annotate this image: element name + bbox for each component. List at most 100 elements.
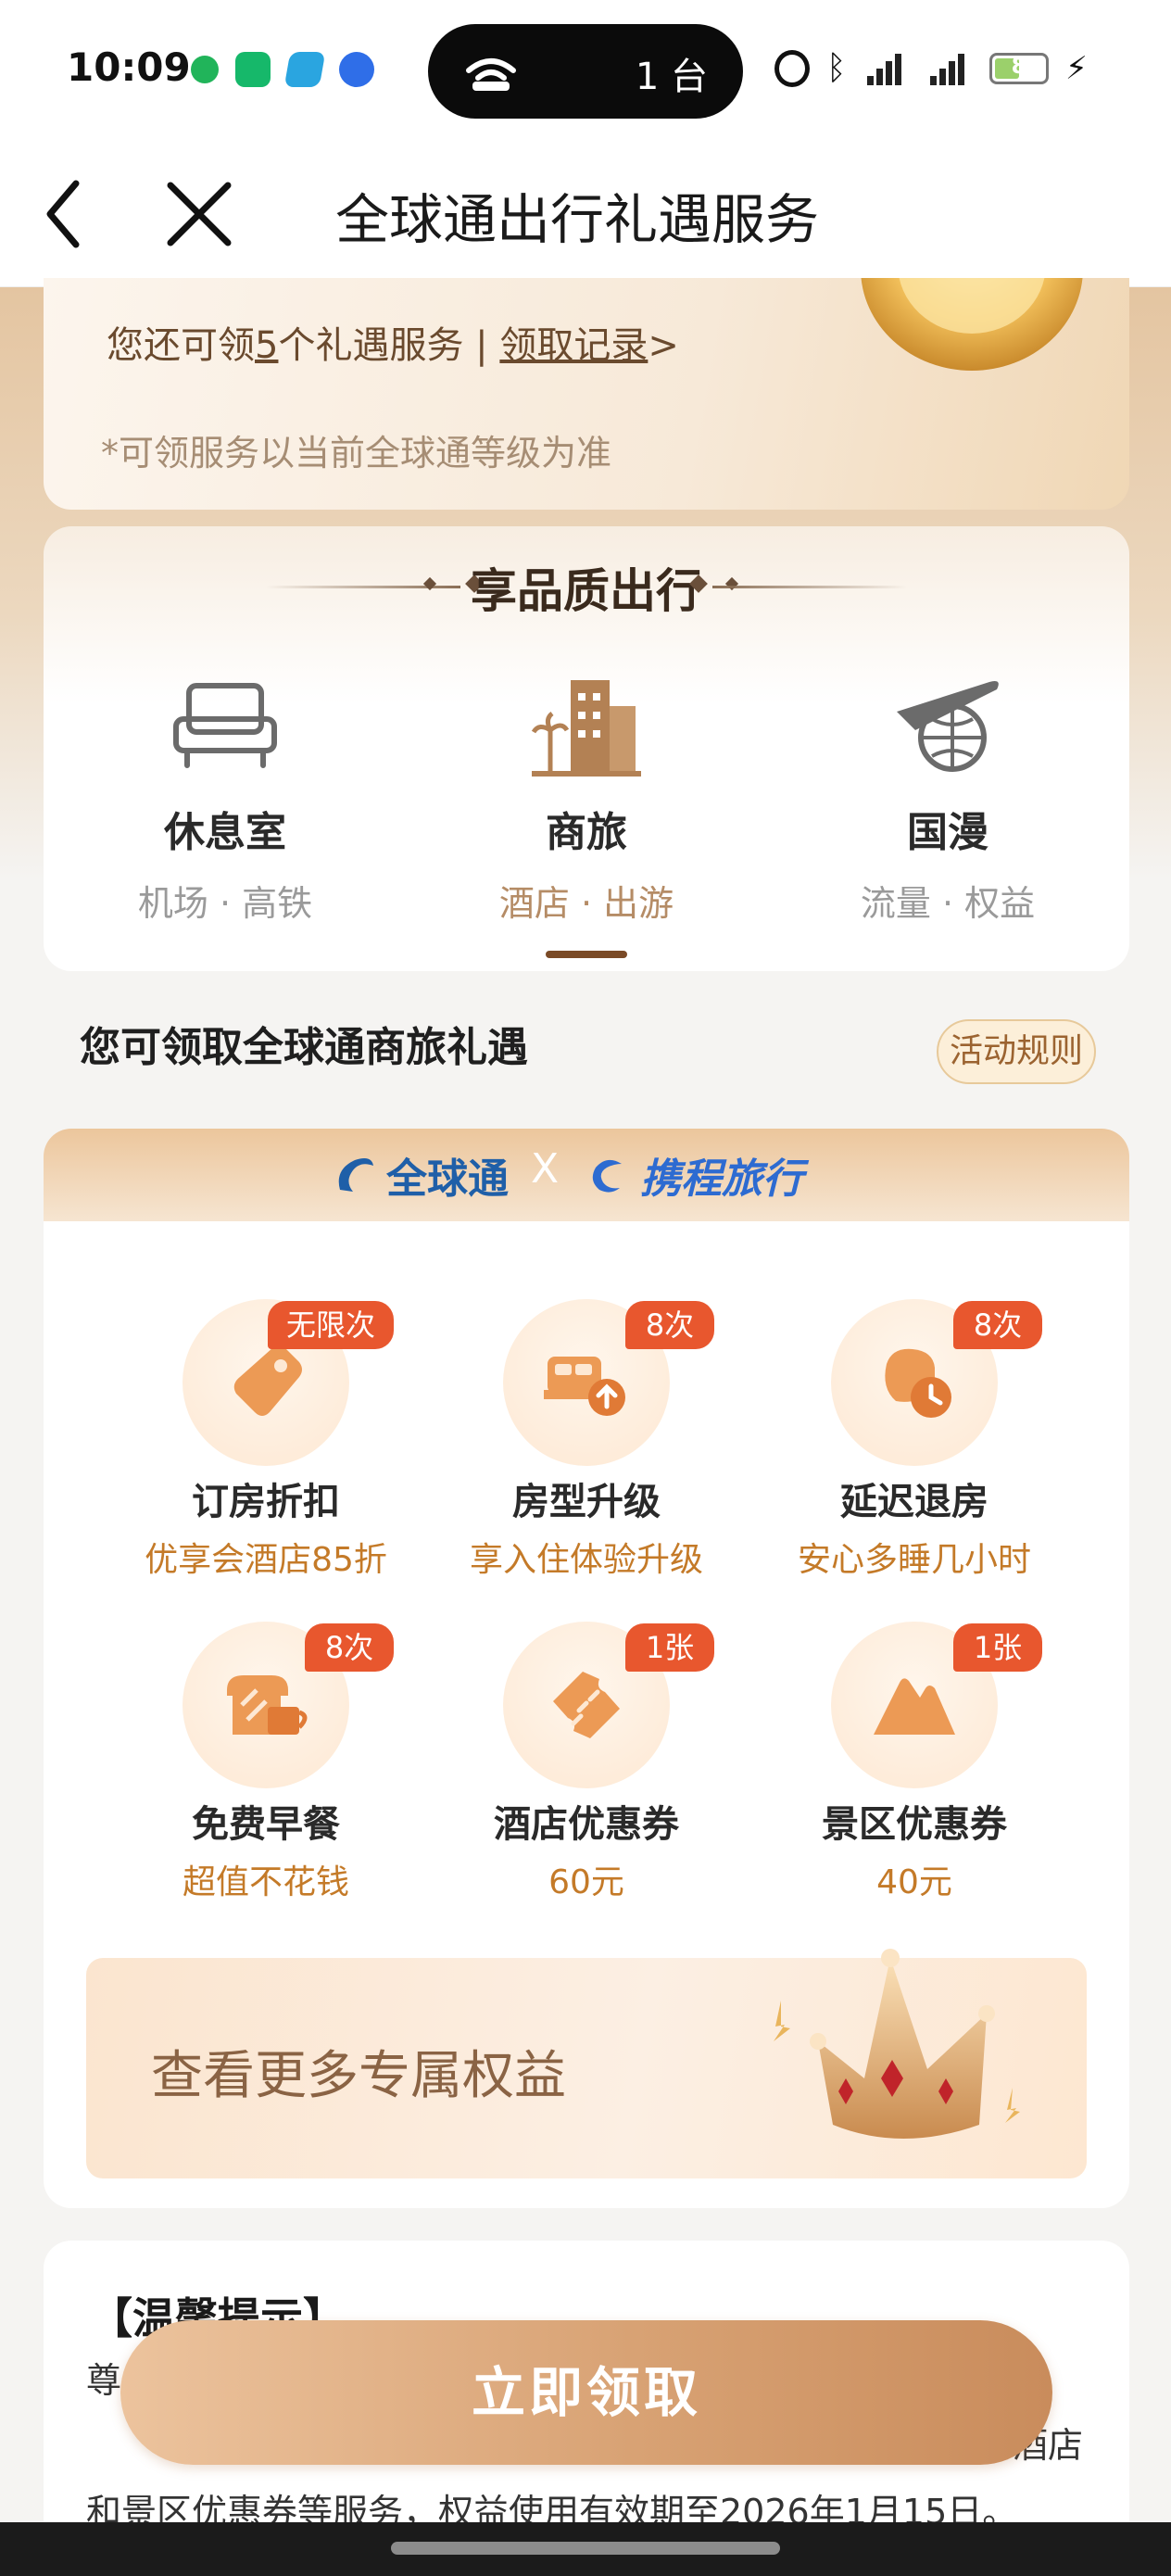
category-intl-roaming[interactable]: 国漫 流量 · 权益 (809, 665, 1087, 926)
late-checkout-icon (885, 1348, 951, 1418)
battery-saver-icon (235, 52, 271, 87)
perk-desc: 安心多睡几小时 (797, 1541, 1031, 1579)
more-benefits-banner[interactable]: 查看更多专属权益 (86, 1949, 1087, 2178)
nav-bar: 全球通出行礼遇服务 (0, 139, 1171, 287)
perk-name: 免费早餐 (192, 1803, 340, 1846)
island-device-count: 1 台 (635, 56, 708, 98)
remaining-prefix: 您还可领 (107, 324, 255, 367)
record-arrow[interactable]: > (648, 324, 679, 367)
perk-icon-circle: 1张 (503, 1622, 714, 1788)
dynamic-island[interactable]: 1 台 (428, 24, 743, 119)
tag-icon (233, 1345, 302, 1416)
perk-item[interactable]: 8次 房型升级 享入住体验升级 (438, 1299, 735, 1581)
perk-item[interactable]: 8次 延迟退房 安心多睡几小时 (766, 1299, 1063, 1581)
charging-icon: ⚡ (1065, 50, 1088, 87)
section-title: 您可领取全球通商旅礼遇 (80, 1024, 528, 1071)
perk-icon-circle: 8次 (503, 1299, 714, 1466)
perk-badge: 8次 (953, 1301, 1042, 1349)
benefit-card: 全球通 X 携程旅行 无限次 订房折扣 优享会酒店85折 8次 房型升级 享入住… (44, 1129, 1129, 2208)
hotel-coupon-icon (553, 1672, 620, 1738)
summary-card: 您还可领5个礼遇服务 | 领取记录> *可领服务以当前全球通等级为准 (44, 278, 1129, 510)
ctrip-logo-icon (592, 1159, 622, 1193)
perk-item[interactable]: 1张 酒店优惠券 60元 (438, 1622, 735, 1903)
category-name: 休息室 (164, 809, 286, 856)
signal-5g-icon-2 (926, 50, 973, 87)
perk-badge: 1张 (625, 1623, 714, 1672)
perk-icon-circle: 1张 (831, 1622, 1042, 1788)
activity-rules-button[interactable]: 活动规则 (937, 1019, 1096, 1084)
scenic-coupon-icon (874, 1678, 955, 1735)
title-divider-right (712, 586, 907, 588)
perk-name: 景区优惠券 (822, 1803, 1007, 1846)
perk-icon-circle: 8次 (183, 1622, 394, 1788)
battery-level: 8 (1011, 53, 1027, 79)
bed-upgrade-icon (544, 1357, 625, 1416)
close-icon[interactable] (157, 172, 241, 256)
perk-name: 房型升级 (512, 1481, 661, 1523)
perk-desc: 享入住体验升级 (469, 1541, 703, 1579)
category-business-travel[interactable]: 商旅 酒店 · 出游 (447, 665, 725, 926)
claim-now-button[interactable]: 立即领取 (120, 2320, 1052, 2465)
perk-item[interactable]: 1张 景区优惠券 40元 (766, 1622, 1063, 1903)
remaining-suffix: 个礼遇服务 | (278, 324, 500, 367)
message-app-icon (191, 56, 219, 83)
system-icons: ᛒ 8 ⚡ (774, 49, 1088, 87)
signal-5g-icon (863, 50, 910, 87)
hotspot-icon (466, 58, 516, 91)
plane-globe-icon (897, 681, 999, 772)
more-benefits-label: 查看更多专属权益 (151, 2046, 566, 2106)
breakfast-icon (227, 1675, 308, 1735)
perk-name: 订房折扣 (192, 1481, 340, 1523)
quality-travel-card: 享品质出行 休息室 机场 · 高铁 商旅 酒店 · 出游 国漫 流量 · 权益 (44, 526, 1129, 971)
category-sub: 机场 · 高铁 (137, 883, 313, 924)
category-sub: 酒店 · 出游 (498, 883, 674, 924)
category-name: 商旅 (546, 809, 627, 856)
category-sub: 流量 · 权益 (860, 883, 1036, 924)
baidu-icon (339, 52, 374, 87)
perk-desc: 超值不花钱 (182, 1863, 349, 1901)
brand-separator: X (531, 1145, 560, 1193)
back-arrow-icon[interactable] (41, 172, 124, 256)
brand-left-text: 全球通 (386, 1155, 509, 1203)
perk-name: 延迟退房 (840, 1481, 988, 1523)
tier-note: *可领服务以当前全球通等级为准 (101, 433, 612, 474)
perk-badge: 8次 (305, 1623, 394, 1672)
home-indicator[interactable] (391, 2542, 780, 2555)
perk-desc: 40元 (876, 1863, 952, 1901)
notification-icons (191, 52, 374, 87)
brand-quanqiutong: 全球通 (331, 1145, 509, 1205)
clock: 10:09 (67, 44, 191, 90)
perk-item[interactable]: 无限次 订房折扣 优享会酒店85折 (118, 1299, 414, 1581)
battery-icon: 8 (989, 53, 1049, 84)
hotel-icon (531, 680, 641, 777)
co-brand-header: 全球通 X 携程旅行 (44, 1129, 1129, 1221)
perk-name: 酒店优惠券 (494, 1803, 679, 1846)
perk-item[interactable]: 8次 免费早餐 超值不花钱 (118, 1622, 414, 1903)
remaining-count: 5 (255, 324, 279, 367)
bluetooth-icon: ᛒ (826, 49, 847, 87)
active-tab-indicator (546, 951, 627, 958)
sofa-icon (173, 683, 277, 768)
perk-icon-circle: 8次 (831, 1299, 1042, 1466)
crown-icon (774, 1949, 1020, 2139)
remaining-count-line: 您还可领5个礼遇服务 | 领取记录> (107, 315, 679, 369)
tips-text-line: 尊 (86, 2360, 122, 2401)
gesture-bar (0, 2522, 1171, 2576)
quality-title: 享品质出行 (471, 564, 702, 618)
perk-desc: 优享会酒店85折 (145, 1541, 387, 1579)
perk-badge: 无限次 (267, 1301, 394, 1349)
category-name: 国漫 (907, 809, 988, 856)
telegram-icon (283, 52, 326, 87)
record-link[interactable]: 领取记录 (499, 324, 648, 367)
gold-coin-icon (861, 278, 1083, 371)
status-bar: 10:09 1 台 ᛒ 8 ⚡ (0, 0, 1171, 139)
page-title: 全球通出行礼遇服务 (335, 188, 820, 251)
perk-badge: 1张 (953, 1623, 1042, 1672)
quanqiutong-logo-icon (338, 1158, 373, 1192)
brand-ctrip: 携程旅行 (585, 1145, 803, 1205)
perk-desc: 60元 (548, 1863, 624, 1901)
alarm-icon (774, 50, 810, 87)
perk-badge: 8次 (625, 1301, 714, 1349)
perk-icon-circle: 无限次 (183, 1299, 394, 1466)
category-lounge[interactable]: 休息室 机场 · 高铁 (86, 665, 364, 926)
